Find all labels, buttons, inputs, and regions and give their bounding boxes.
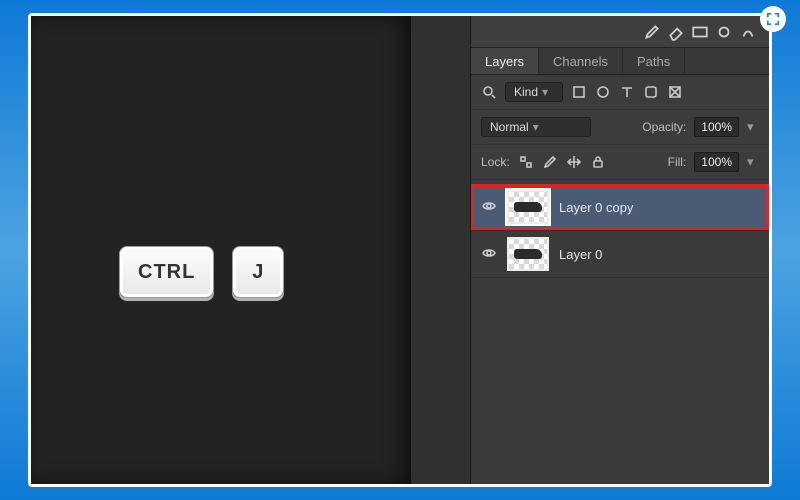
layers-list: Layer 0 copy Layer 0: [471, 180, 769, 484]
tab-paths[interactable]: Paths: [623, 48, 685, 74]
layer-name-label[interactable]: Layer 0 copy: [559, 200, 633, 215]
panel-tabs: Layers Channels Paths: [471, 48, 769, 75]
key-j: J: [232, 246, 284, 298]
smudge-icon[interactable]: [739, 23, 757, 41]
chevron-down-icon: ▾: [533, 120, 545, 134]
layer-name-label[interactable]: Layer 0: [559, 247, 602, 262]
shortcut-overlay: CTRL J: [119, 246, 284, 298]
layer-row[interactable]: Layer 0 copy: [471, 184, 769, 231]
layer-row[interactable]: Layer 0: [471, 231, 769, 278]
clone-icon[interactable]: [715, 23, 733, 41]
lock-brush-icon[interactable]: [542, 154, 558, 170]
divider-strip: [411, 16, 471, 484]
layer-filter-row: Kind ▾: [471, 75, 769, 110]
chevron-down-icon: ▾: [542, 85, 554, 99]
visibility-toggle[interactable]: [481, 245, 497, 264]
car-icon: [514, 249, 542, 259]
search-icon[interactable]: [481, 84, 497, 100]
visibility-toggle[interactable]: [481, 198, 497, 217]
filter-kind-dropdown[interactable]: Kind ▾: [505, 82, 563, 102]
filter-shape-icon[interactable]: [643, 84, 659, 100]
fullscreen-button[interactable]: [760, 6, 786, 32]
layer-thumbnail[interactable]: [507, 190, 549, 224]
blend-row: Normal ▾ Opacity: 100% ▾: [471, 110, 769, 145]
key-ctrl: CTRL: [119, 246, 214, 298]
filter-type-icon[interactable]: [619, 84, 635, 100]
lock-pixels-icon[interactable]: [518, 154, 534, 170]
tab-layers[interactable]: Layers: [471, 48, 539, 74]
blend-mode-dropdown[interactable]: Normal ▾: [481, 117, 591, 137]
tab-channels[interactable]: Channels: [539, 48, 623, 74]
chevron-down-icon[interactable]: ▾: [747, 119, 759, 135]
car-icon: [514, 202, 542, 212]
lock-move-icon[interactable]: [566, 154, 582, 170]
layer-thumbnail[interactable]: [507, 237, 549, 271]
filter-smart-icon[interactable]: [667, 84, 683, 100]
opacity-label: Opacity:: [642, 120, 686, 134]
brush-icon[interactable]: [643, 23, 661, 41]
canvas-area: CTRL J: [31, 16, 411, 484]
gradient-icon[interactable]: [691, 23, 709, 41]
layers-panel: Layers Channels Paths Kind ▾ Normal ▾ Op…: [471, 16, 769, 484]
lock-row: Lock: Fill: 100% ▾: [471, 145, 769, 180]
blend-mode-value: Normal: [490, 120, 529, 134]
opacity-value[interactable]: 100%: [694, 117, 739, 137]
filter-kind-label: Kind: [514, 85, 538, 99]
filter-adjust-icon[interactable]: [595, 84, 611, 100]
eraser-icon[interactable]: [667, 23, 685, 41]
app-window: CTRL J Layers Channels Paths Kind ▾: [28, 13, 772, 487]
lock-label: Lock:: [481, 155, 510, 169]
fill-label: Fill:: [668, 155, 687, 169]
tool-options-strip: [471, 16, 769, 48]
filter-pixel-icon[interactable]: [571, 84, 587, 100]
lock-all-icon[interactable]: [590, 154, 606, 170]
fill-value[interactable]: 100%: [694, 152, 739, 172]
chevron-down-icon[interactable]: ▾: [747, 154, 759, 170]
